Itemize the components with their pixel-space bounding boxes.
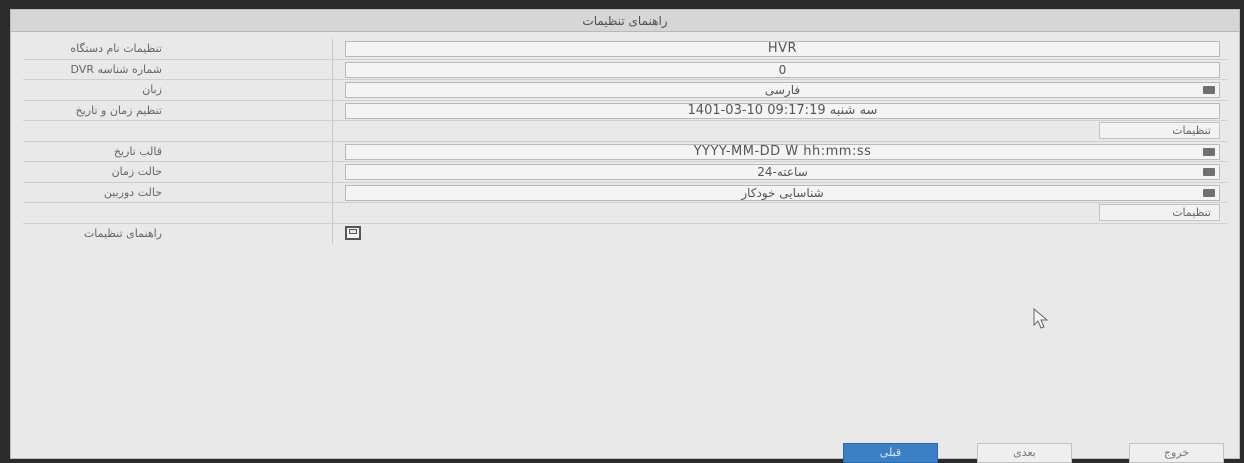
dvr-id-input[interactable]: 0	[345, 61, 1220, 78]
row-date-format: قالب تاریخ YYYY-MM-DD W hh:mm:ss	[23, 141, 1227, 162]
datetime-input[interactable]: 1401-03-10 سه شنبه 09:17:19	[345, 102, 1220, 119]
checkbox-checked-icon[interactable]	[345, 225, 361, 240]
language-value: فارسی	[764, 83, 801, 97]
setup-wizard-label: راهنمای تنظیمات	[23, 223, 333, 244]
row-language: زبان فارسی	[23, 80, 1227, 101]
mouse-cursor-icon	[1033, 308, 1049, 329]
time-mode-value: 24-ساعته	[757, 165, 808, 179]
camera-settings-button[interactable]: تنظیمات	[1099, 204, 1220, 221]
date-format-value: YYYY-MM-DD W hh:mm:ss	[693, 143, 872, 159]
row-device-name: تنظیمات نام دستگاه HVR	[23, 39, 1227, 60]
device-name-label: تنظیمات نام دستگاه	[23, 39, 333, 59]
time-mode-select[interactable]: 24-ساعته	[345, 164, 1220, 180]
date-format-label: قالب تاریخ	[23, 141, 333, 161]
dropdown-arrow-icon[interactable]	[1203, 147, 1215, 156]
empty-label	[23, 203, 333, 223]
dropdown-arrow-icon[interactable]	[1203, 86, 1215, 94]
dvr-id-label: DVR شماره شناسه	[23, 59, 333, 79]
camera-mode-value: شناسایی خودکار	[741, 185, 824, 200]
exit-button[interactable]: خروج	[1129, 443, 1224, 463]
previous-button[interactable]: قبلی	[843, 443, 938, 463]
empty-label	[23, 121, 333, 141]
row-time-mode: حالت زمان 24-ساعته	[23, 162, 1227, 183]
language-label: زبان	[23, 80, 333, 100]
row-camera-mode: حالت دوربین شناسایی خودکار	[23, 182, 1227, 203]
time-mode-label: حالت زمان	[23, 162, 333, 182]
row-dvr-id: DVR شماره شناسه 0	[23, 59, 1227, 80]
row-camera-settings: تنظیمات	[23, 203, 1227, 224]
check-mark-icon	[349, 228, 357, 234]
setup-wizard-window: راهنمای تنظیمات تنظیمات نام دستگاه HVR D…	[10, 9, 1240, 463]
dropdown-arrow-icon[interactable]	[1203, 168, 1215, 176]
device-name-input[interactable]: HVR	[345, 41, 1220, 57]
row-setup-wizard: راهنمای تنظیمات	[23, 223, 1227, 244]
dropdown-arrow-icon[interactable]	[1203, 188, 1215, 197]
camera-mode-label: حالت دوربین	[23, 182, 333, 202]
date-format-select[interactable]: YYYY-MM-DD W hh:mm:ss	[345, 143, 1220, 160]
next-button[interactable]: بعدی	[977, 443, 1072, 463]
datetime-settings-button[interactable]: تنظیمات	[1099, 122, 1220, 139]
camera-mode-select[interactable]: شناسایی خودکار	[345, 184, 1220, 201]
row-datetime-settings: تنظیمات	[23, 121, 1227, 142]
datetime-label: تنظیم زمان و تاریخ	[23, 100, 333, 120]
language-select[interactable]: فارسی	[345, 82, 1220, 98]
row-datetime: تنظیم زمان و تاریخ 1401-03-10 سه شنبه 09…	[23, 100, 1227, 121]
settings-panel: تنظیمات نام دستگاه HVR DVR شماره شناسه 0…	[23, 39, 1227, 244]
window-title: راهنمای تنظیمات	[11, 10, 1239, 32]
